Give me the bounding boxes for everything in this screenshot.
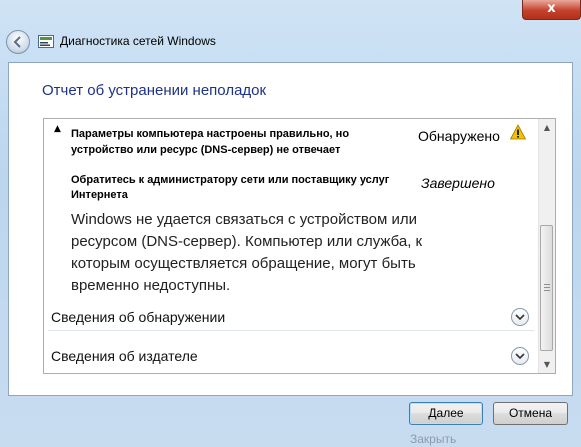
scroll-up-icon[interactable]: ▲ <box>539 119 555 136</box>
close-button-ghost: Закрыть <box>410 432 457 446</box>
scrollbar-thumb[interactable] <box>540 225 553 351</box>
issue-title: Параметры компьютера настроены правильно… <box>71 128 350 156</box>
collapse-triangle-icon[interactable]: ▲ <box>54 124 61 134</box>
cancel-button[interactable]: Отмена <box>493 402 568 425</box>
page-title: Отчет об устранении неполадок <box>42 82 267 99</box>
section-publisher-details[interactable]: Сведения об издателе <box>44 339 537 375</box>
action-title: Обратитесь к администратору сети или пос… <box>71 174 390 201</box>
issue-description: Windows не удается связаться с устройств… <box>71 211 423 294</box>
window-title: Диагностика сетей Windows <box>60 34 216 48</box>
action-status: Завершено <box>421 175 495 191</box>
section-label: Сведения об издателе <box>51 348 198 364</box>
back-arrow-icon <box>13 36 21 48</box>
divider <box>48 330 534 331</box>
scroll-down-icon[interactable]: ▼ <box>539 356 555 373</box>
next-button[interactable]: Далее <box>409 402 483 425</box>
window-close-button[interactable]: x <box>522 0 581 20</box>
section-label: Сведения об обнаружении <box>51 309 226 325</box>
chevron-down-icon[interactable] <box>511 347 529 365</box>
network-diagnostics-icon <box>38 35 54 48</box>
vertical-scrollbar[interactable]: ▲ ▼ <box>538 119 555 373</box>
warning-icon <box>510 124 526 140</box>
issue-status: Обнаружено <box>418 128 500 144</box>
chevron-down-icon[interactable] <box>511 308 529 326</box>
back-button[interactable] <box>6 30 30 54</box>
